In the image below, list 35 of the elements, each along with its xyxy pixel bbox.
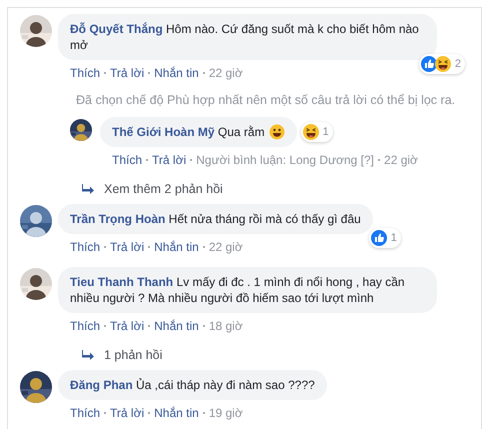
commenter-name-link[interactable]: Thế Giới Hoàn Mỹ	[112, 125, 215, 139]
action-link[interactable]: Thích	[70, 66, 100, 80]
commenter-name-link[interactable]: Đăng Phan	[70, 378, 133, 392]
commenter-name-link[interactable]: Trần Trọng Hoàn	[70, 212, 166, 226]
action-link[interactable]: Thích	[70, 240, 100, 254]
action-link[interactable]: Trả lời	[110, 66, 144, 80]
thumbs-up-icon	[370, 230, 387, 246]
commenter-name-link[interactable]: Tieu Thanh Thanh	[70, 275, 174, 289]
comment-text: Tieu Thanh Thanh Lv mấy đi đc . 1 mình đi nổi hong , hay cần nhiều người ? Mà nhiều người đồ hiếm sao tới lượt mình	[70, 274, 406, 306]
comment-text: Đăng Phan Ủa ,cái tháp này đi nàm sao ????	[70, 377, 315, 393]
reply-arrow-icon	[82, 184, 94, 194]
laughing-face-icon	[302, 124, 319, 140]
view-replies-link[interactable]: Xem thêm 2 phản hồi	[104, 182, 223, 196]
action-link[interactable]: Thích	[70, 406, 100, 420]
action-link[interactable]: Trả lời	[110, 319, 144, 333]
comment-text: Trần Trọng Hoàn Hết nửa tháng rồi mà có thấy gì đâu	[70, 211, 361, 227]
action-link[interactable]: Thích	[70, 319, 100, 333]
view-replies-link[interactable]: 1 phản hồi	[104, 348, 162, 362]
comment-text: Thế Giới Hoàn Mỹ Qua rằm	[112, 124, 265, 140]
commenter-note: Người bình luận: Long Dương [?]	[196, 153, 374, 167]
action-link[interactable]: Nhắn tin	[154, 240, 199, 254]
action-link[interactable]: Trả lời	[110, 240, 144, 254]
action-link[interactable]: Nhắn tin	[154, 66, 199, 80]
action-link[interactable]: Nhắn tin	[154, 319, 199, 333]
comment-text: Đỗ Quyết Thắng Hôm nào. Cứ đăng suốt mà k cho biết hôm nào mở	[70, 21, 420, 53]
laughing-face-icon	[434, 56, 451, 72]
filter-notice: Đã chọn chế độ Phù hợp nhất nên một số câu trả lời có thể bị lọc ra.	[76, 93, 456, 107]
thumbs-up-icon	[420, 56, 437, 72]
commenter-name-link[interactable]: Đỗ Quyết Thắng	[70, 22, 163, 36]
action-link[interactable]: Trả lời	[152, 153, 186, 167]
action-link[interactable]: Trả lời	[110, 406, 144, 420]
action-link[interactable]: Nhắn tin	[154, 406, 199, 420]
reply-arrow-icon	[82, 350, 94, 360]
action-link[interactable]: Thích	[112, 153, 142, 167]
smiley-icon	[268, 124, 285, 140]
